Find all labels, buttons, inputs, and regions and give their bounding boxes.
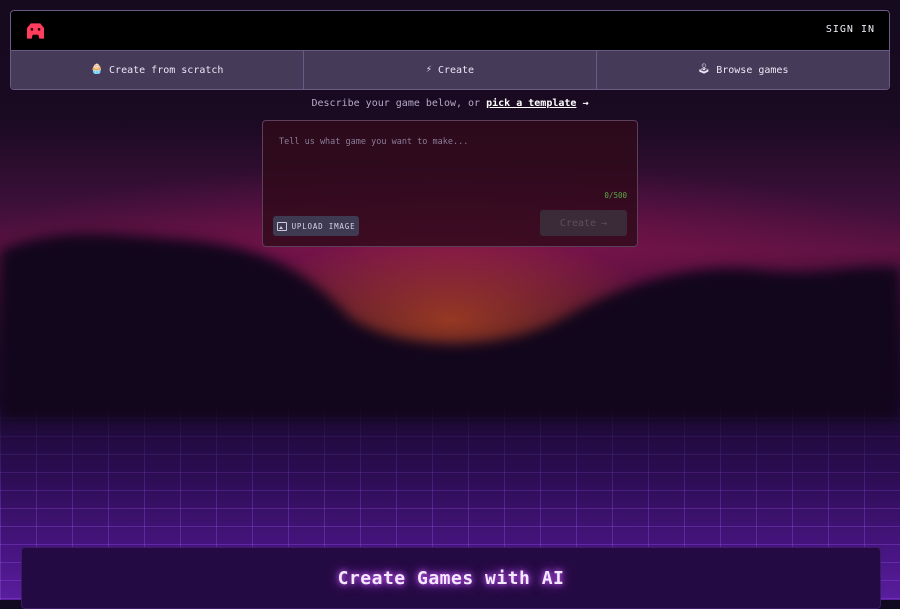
tab-label: Create xyxy=(437,64,475,76)
character-counter: 0/500 xyxy=(604,191,627,200)
template-hint: Describe your game below, or pick a temp… xyxy=(0,98,900,109)
hint-text: Describe your game below, or xyxy=(311,98,481,109)
tab-label: Create from scratch xyxy=(109,64,224,76)
lightning-icon: ⚡ xyxy=(425,64,432,75)
prompt-box: 0/500 UPLOAD IMAGE Create → xyxy=(262,120,638,247)
pick-template-link[interactable]: pick a template xyxy=(486,98,576,109)
game-description-input[interactable] xyxy=(277,135,621,187)
sign-in-button[interactable]: SIGN IN xyxy=(826,24,875,35)
arrow-right-icon: → xyxy=(601,217,608,229)
image-icon xyxy=(276,221,287,231)
tab-browse-games[interactable]: 🕹 Browse games xyxy=(597,51,889,89)
create-button[interactable]: Create → xyxy=(540,210,627,236)
upload-label: UPLOAD IMAGE xyxy=(291,221,356,231)
tab-label: Browse games xyxy=(716,64,789,76)
gamepad-logo-icon[interactable] xyxy=(26,22,45,40)
joystick-icon: 🕹 xyxy=(697,64,711,75)
create-label: Create xyxy=(559,217,597,229)
tab-create-from-scratch[interactable]: 🧁 Create from scratch xyxy=(11,51,304,89)
top-nav: SIGN IN 🧁 Create from scratch ⚡ Create 🕹… xyxy=(10,10,890,90)
upload-image-button[interactable]: UPLOAD IMAGE xyxy=(273,216,359,236)
arrow-right-icon: → xyxy=(582,98,589,109)
hero-title: Create Games with AI xyxy=(337,568,565,589)
tab-create[interactable]: ⚡ Create xyxy=(304,51,597,89)
cake-icon: 🧁 xyxy=(90,64,104,75)
header-bar: SIGN IN xyxy=(11,11,889,51)
mode-tabs: 🧁 Create from scratch ⚡ Create 🕹 Browse … xyxy=(11,51,889,89)
